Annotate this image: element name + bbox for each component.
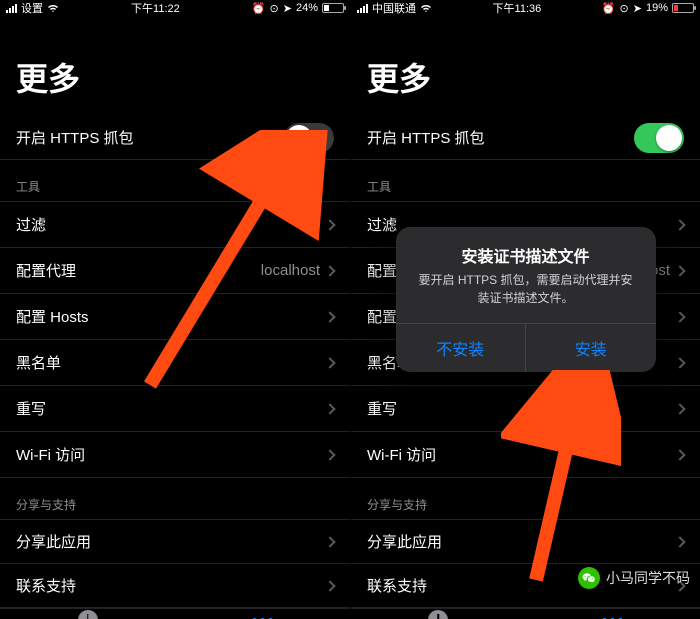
- battery-icon: [672, 3, 694, 13]
- alarm-icon: ⏰: [252, 2, 266, 15]
- chevron-right-icon: [324, 536, 335, 547]
- row-share-app[interactable]: 分享此应用: [351, 520, 700, 564]
- chevron-right-icon: [674, 265, 685, 276]
- row-label: 黑名单: [16, 352, 61, 373]
- tab-bar: 历史 更多: [0, 608, 350, 619]
- location-icon: ➤: [633, 2, 642, 15]
- section-header-tools: 工具: [0, 160, 350, 202]
- row-hosts[interactable]: 配置 Hosts: [0, 294, 350, 340]
- tab-bar: 历史 更多: [351, 608, 700, 619]
- clock-icon: [78, 610, 98, 619]
- chevron-right-icon: [674, 536, 685, 547]
- row-label: 配置 Hosts: [367, 306, 440, 327]
- row-label: 联系支持: [367, 575, 427, 596]
- lock-icon: ⊙: [270, 2, 279, 15]
- row-label: 配置代理: [367, 260, 427, 281]
- chevron-right-icon: [324, 265, 335, 276]
- row-wifi[interactable]: Wi-Fi 访问: [0, 432, 350, 478]
- https-toggle-label: 开启 HTTPS 抓包: [367, 127, 485, 148]
- tab-more[interactable]: 更多: [175, 609, 350, 619]
- row-label: Wi-Fi 访问: [367, 444, 436, 465]
- tab-history[interactable]: 历史: [0, 609, 175, 619]
- row-label: 黑名单: [367, 352, 412, 373]
- chevron-right-icon: [674, 219, 685, 230]
- chevron-right-icon: [324, 403, 335, 414]
- battery-pct: 19%: [646, 2, 668, 14]
- section-header-share: 分享与支持: [351, 478, 700, 520]
- carrier-label: 设置: [21, 0, 43, 16]
- battery-pct: 24%: [296, 2, 318, 14]
- row-label: 分享此应用: [16, 531, 91, 552]
- row-blacklist[interactable]: 黑名单: [0, 340, 350, 386]
- row-label: 分享此应用: [367, 531, 442, 552]
- row-contact-support[interactable]: 联系支持: [0, 564, 350, 608]
- chevron-right-icon: [324, 219, 335, 230]
- status-time: 下午11:22: [131, 0, 180, 16]
- lock-icon: ⊙: [620, 2, 629, 15]
- wifi-icon: [420, 3, 432, 13]
- row-label: 重写: [367, 398, 397, 419]
- wifi-icon: [47, 3, 59, 13]
- row-label: 过滤: [367, 214, 397, 235]
- row-label: 重写: [16, 398, 46, 419]
- row-share-app[interactable]: 分享此应用: [0, 520, 350, 564]
- row-label: Wi-Fi 访问: [16, 444, 85, 465]
- https-toggle-row[interactable]: 开启 HTTPS 抓包: [351, 116, 700, 160]
- https-toggle[interactable]: [634, 123, 684, 153]
- https-toggle[interactable]: [284, 123, 334, 153]
- row-filter[interactable]: 过滤: [351, 202, 700, 248]
- watermark: 小马同学不码: [578, 567, 690, 589]
- battery-icon: [322, 3, 344, 13]
- tools-list: 过滤 配置代理 localhost 配置 Hosts 黑名单 重写 Wi-Fi …: [0, 202, 350, 478]
- signal-icon: [6, 4, 17, 13]
- https-toggle-row[interactable]: 开启 HTTPS 抓包: [0, 116, 350, 160]
- row-blacklist[interactable]: 黑名单: [351, 340, 700, 386]
- row-rewrite[interactable]: 重写: [351, 386, 700, 432]
- wechat-icon: [578, 567, 600, 589]
- signal-icon: [357, 4, 368, 13]
- row-rewrite[interactable]: 重写: [0, 386, 350, 432]
- row-proxy[interactable]: 配置代理 localhost: [351, 248, 700, 294]
- location-icon: ➤: [283, 2, 292, 15]
- row-label: 配置 Hosts: [16, 306, 89, 327]
- chevron-right-icon: [324, 357, 335, 368]
- section-header-share: 分享与支持: [0, 478, 350, 520]
- status-bar: 设置 下午11:22 ⏰ ⊙ ➤ 24%: [0, 0, 350, 16]
- phone-left: 设置 下午11:22 ⏰ ⊙ ➤ 24% 更多 开启 HTTPS 抓包 工具 过…: [0, 0, 350, 619]
- tab-more[interactable]: 更多: [526, 609, 700, 619]
- alarm-icon: ⏰: [602, 2, 616, 15]
- row-hosts[interactable]: 配置 Hosts: [351, 294, 700, 340]
- tools-list: 过滤 配置代理 localhost 配置 Hosts 黑名单 重写 Wi-Fi …: [351, 202, 700, 478]
- clock-icon: [428, 610, 448, 619]
- row-label: 配置代理: [16, 260, 76, 281]
- status-time: 下午11:36: [493, 0, 542, 16]
- chevron-right-icon: [674, 449, 685, 460]
- chevron-right-icon: [674, 403, 685, 414]
- page-title: 更多: [0, 16, 350, 116]
- chevron-right-icon: [324, 580, 335, 591]
- page-title: 更多: [351, 16, 700, 116]
- carrier-label: 中国联通: [372, 0, 416, 16]
- section-header-tools: 工具: [351, 160, 700, 202]
- row-label: 过滤: [16, 214, 46, 235]
- row-label: 联系支持: [16, 575, 76, 596]
- row-proxy[interactable]: 配置代理 localhost: [0, 248, 350, 294]
- chevron-right-icon: [324, 311, 335, 322]
- chevron-right-icon: [324, 449, 335, 460]
- row-filter[interactable]: 过滤: [0, 202, 350, 248]
- tab-history[interactable]: 历史: [351, 609, 526, 619]
- row-detail: localhost: [261, 262, 320, 279]
- status-bar: 中国联通 下午11:36 ⏰ ⊙ ➤ 19%: [351, 0, 700, 16]
- phone-right: 中国联通 下午11:36 ⏰ ⊙ ➤ 19% 更多 开启 HTTPS 抓包 工具…: [350, 0, 700, 619]
- chevron-right-icon: [674, 311, 685, 322]
- watermark-text: 小马同学不码: [606, 568, 690, 588]
- chevron-right-icon: [674, 357, 685, 368]
- row-detail: localhost: [611, 262, 670, 279]
- row-wifi[interactable]: Wi-Fi 访问: [351, 432, 700, 478]
- https-toggle-label: 开启 HTTPS 抓包: [16, 127, 134, 148]
